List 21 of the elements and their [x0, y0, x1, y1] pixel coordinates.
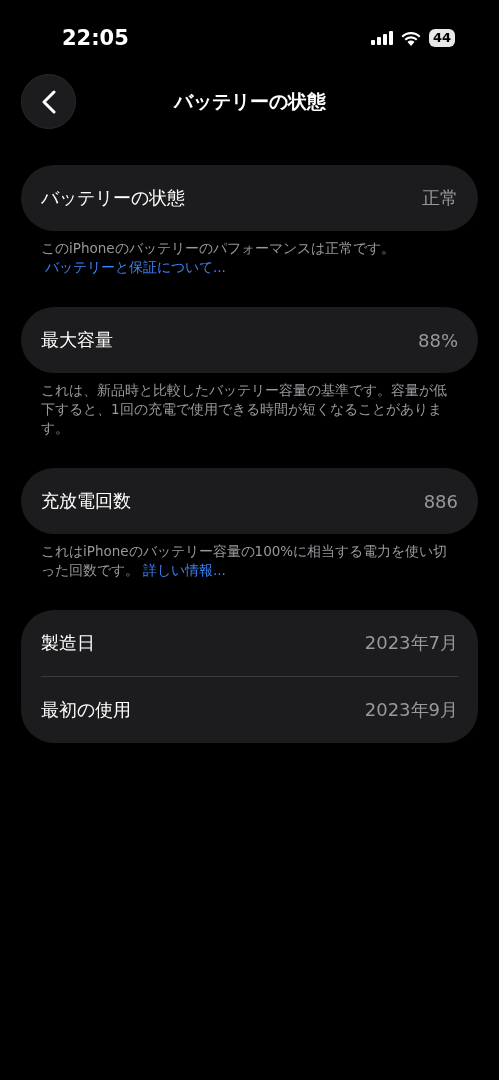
signal-icon: [370, 31, 393, 45]
wifi-icon: [400, 30, 421, 46]
row-value: 正常: [422, 186, 458, 210]
info-link[interactable]: 詳しい情報...: [143, 562, 226, 578]
row-label: 製造日: [41, 631, 95, 655]
row-label: バッテリーの状態: [41, 186, 185, 210]
row-label: 最初の使用: [41, 698, 131, 722]
row-label: 最大容量: [41, 328, 113, 352]
info-link[interactable]: バッテリーと保証について...: [45, 259, 226, 275]
page-title: バッテリーの状態: [173, 89, 326, 114]
footnote-text: これはiPhoneのバッテリー容量の100%に相当する電力を使い切った回数です。 詳しい情報...: [40, 542, 449, 580]
row-value: 2023年7月: [364, 631, 458, 655]
footnote-text: これは、新品時と比較したバッテリー容量の基準です。容量が低下すると、1回の充電で使用できる時間が短くなることがあります。: [40, 381, 448, 438]
row-label: 充放電回数: [41, 489, 131, 513]
status-time: 22:05: [62, 26, 129, 50]
back-icon: [41, 89, 56, 114]
battery-indicator: 44: [428, 29, 455, 47]
row-value: 2023年9月: [364, 698, 458, 722]
row-value: 88%: [418, 329, 458, 351]
row-value: 886: [423, 490, 458, 512]
footnote-text: このiPhoneのバッテリーのパフォーマンスは正常です。 バッテリーと保証について...: [40, 239, 396, 277]
